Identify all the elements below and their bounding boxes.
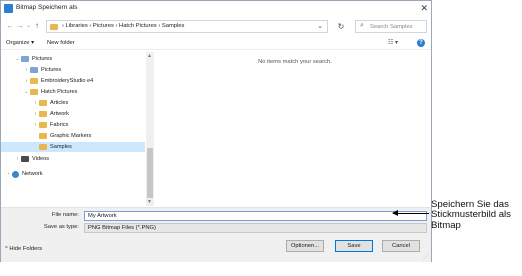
tree-item-label: Samples (50, 144, 72, 150)
up-arrow-icon[interactable]: ↑ (35, 21, 39, 31)
hide-folders-button[interactable]: ^ Hide Folders (5, 246, 42, 252)
cancel-button[interactable]: Cancel (382, 240, 420, 252)
folder-icon (39, 133, 47, 139)
search-icon: ⌕ (360, 22, 364, 29)
tree-item-label: Artwork (50, 111, 69, 117)
pictures-icon (21, 56, 29, 62)
tree-item[interactable]: › Artwork (1, 109, 69, 119)
chevron-right-icon[interactable]: › (23, 67, 30, 73)
folder-icon (39, 111, 47, 117)
tree-item[interactable]: › Fabrics (1, 120, 68, 130)
back-arrow-icon[interactable]: ← (6, 21, 14, 31)
tree-item[interactable]: ⌄ Pictures (1, 54, 52, 64)
view-options-icon[interactable]: ☷ ▾ (388, 39, 398, 46)
chevron-down-icon[interactable]: ⌄ (14, 56, 21, 62)
organize-button[interactable]: Organize ▾ (6, 40, 34, 46)
tree-item-label: Hatch Pictures (41, 89, 78, 95)
chevron-right-icon[interactable]: › (5, 171, 12, 177)
breadcrumb[interactable]: › Libraries › Pictures › Hatch Pictures … (62, 23, 184, 29)
network-icon (12, 170, 19, 178)
scrollbar-thumb[interactable] (147, 148, 153, 198)
forward-arrow-icon[interactable]: → (16, 21, 24, 31)
title-bar: Bitmap Speichern als ✕ (1, 1, 431, 17)
tree-scrollbar[interactable]: ▲ ▼ (146, 52, 154, 206)
tree-item-label: Articles (50, 100, 69, 106)
chevron-down-icon[interactable]: ⌄ (23, 89, 30, 95)
tree-item-label: Graphic Markers (50, 133, 92, 139)
scroll-down-icon[interactable]: ▼ (147, 199, 152, 205)
close-icon[interactable]: ✕ (420, 3, 428, 13)
callout-line (393, 213, 429, 214)
file-name-label: File name: (51, 212, 79, 218)
folder-icon (30, 89, 38, 95)
chevron-right-icon[interactable]: › (32, 122, 39, 128)
tree-item-label: Network (22, 171, 43, 177)
command-bar: Organize ▾ New folder ☷ ▾ ? (1, 37, 431, 50)
refresh-icon[interactable]: ↻ (334, 20, 348, 33)
address-bar[interactable]: › Libraries › Pictures › Hatch Pictures … (46, 20, 328, 33)
tree-item[interactable]: ⌄ Hatch Pictures (1, 87, 77, 97)
tree-item-label: Pictures (41, 67, 62, 73)
dialog-footer: File name: My Artwork Save as type: PNG … (1, 207, 431, 262)
app-icon (4, 4, 13, 13)
save-type-select[interactable]: PNG Bitmap Files (*.PNG) (84, 223, 427, 233)
resize-grip-icon[interactable]: ⋰ (423, 253, 429, 260)
save-dialog: Bitmap Speichern als ✕ ← → ⌄ ↑ › Librari… (0, 0, 432, 262)
callout-text: Speichern Sie das Stickmusterbild als Bi… (431, 199, 511, 231)
options-button[interactable]: Optionen... (286, 240, 324, 252)
tree-item[interactable]: Samples (1, 142, 145, 152)
tree-item[interactable]: › Articles (1, 98, 68, 108)
chevron-down-icon[interactable]: ⌄ (317, 22, 323, 30)
chevron-right-icon[interactable]: › (14, 156, 21, 162)
tree-item-label: Videos (32, 156, 50, 162)
tree-item-label: Pictures (32, 56, 53, 62)
tree-item[interactable]: › Videos (1, 154, 49, 164)
chevron-right-icon[interactable]: › (23, 78, 30, 84)
save-type-label: Save as type: (43, 224, 79, 230)
folder-icon (30, 78, 38, 84)
folder-icon (39, 100, 47, 106)
tree-item[interactable]: Graphic Markers (1, 131, 91, 141)
navigation-tree: ⌄ Pictures › Pictures › EmbroideryStudio e4 ⌄ H… (1, 52, 156, 206)
file-name-field[interactable]: My Artwork (84, 211, 427, 221)
window-title: Bitmap Speichern als (16, 4, 78, 11)
save-button[interactable]: Save (335, 240, 373, 252)
navigation-bar: ← → ⌄ ↑ › Libraries › Pictures › Hatch P… (1, 18, 431, 35)
recent-locations-icon[interactable]: ⌄ (26, 21, 31, 31)
new-folder-button[interactable]: New folder (47, 40, 75, 46)
search-input[interactable]: ⌕ Search Samples (355, 20, 427, 33)
folder-icon (50, 24, 58, 30)
tree-item-label: Fabrics (50, 122, 69, 128)
pictures-icon (30, 67, 38, 73)
tree-item-label: EmbroideryStudio e4 (41, 78, 94, 84)
search-placeholder: Search Samples (370, 24, 413, 30)
videos-icon (21, 156, 29, 162)
folder-icon (39, 144, 47, 150)
chevron-right-icon[interactable]: › (32, 100, 39, 106)
chevron-right-icon[interactable]: › (32, 111, 39, 117)
tree-item[interactable]: › Network (1, 169, 43, 179)
help-icon[interactable]: ? (417, 39, 425, 47)
folder-icon (39, 122, 47, 128)
empty-results-message: No items match your search. (258, 59, 332, 65)
tree-item[interactable]: › Pictures (1, 65, 61, 75)
scroll-up-icon[interactable]: ▲ (147, 53, 152, 59)
tree-item[interactable]: › EmbroideryStudio e4 (1, 76, 93, 86)
